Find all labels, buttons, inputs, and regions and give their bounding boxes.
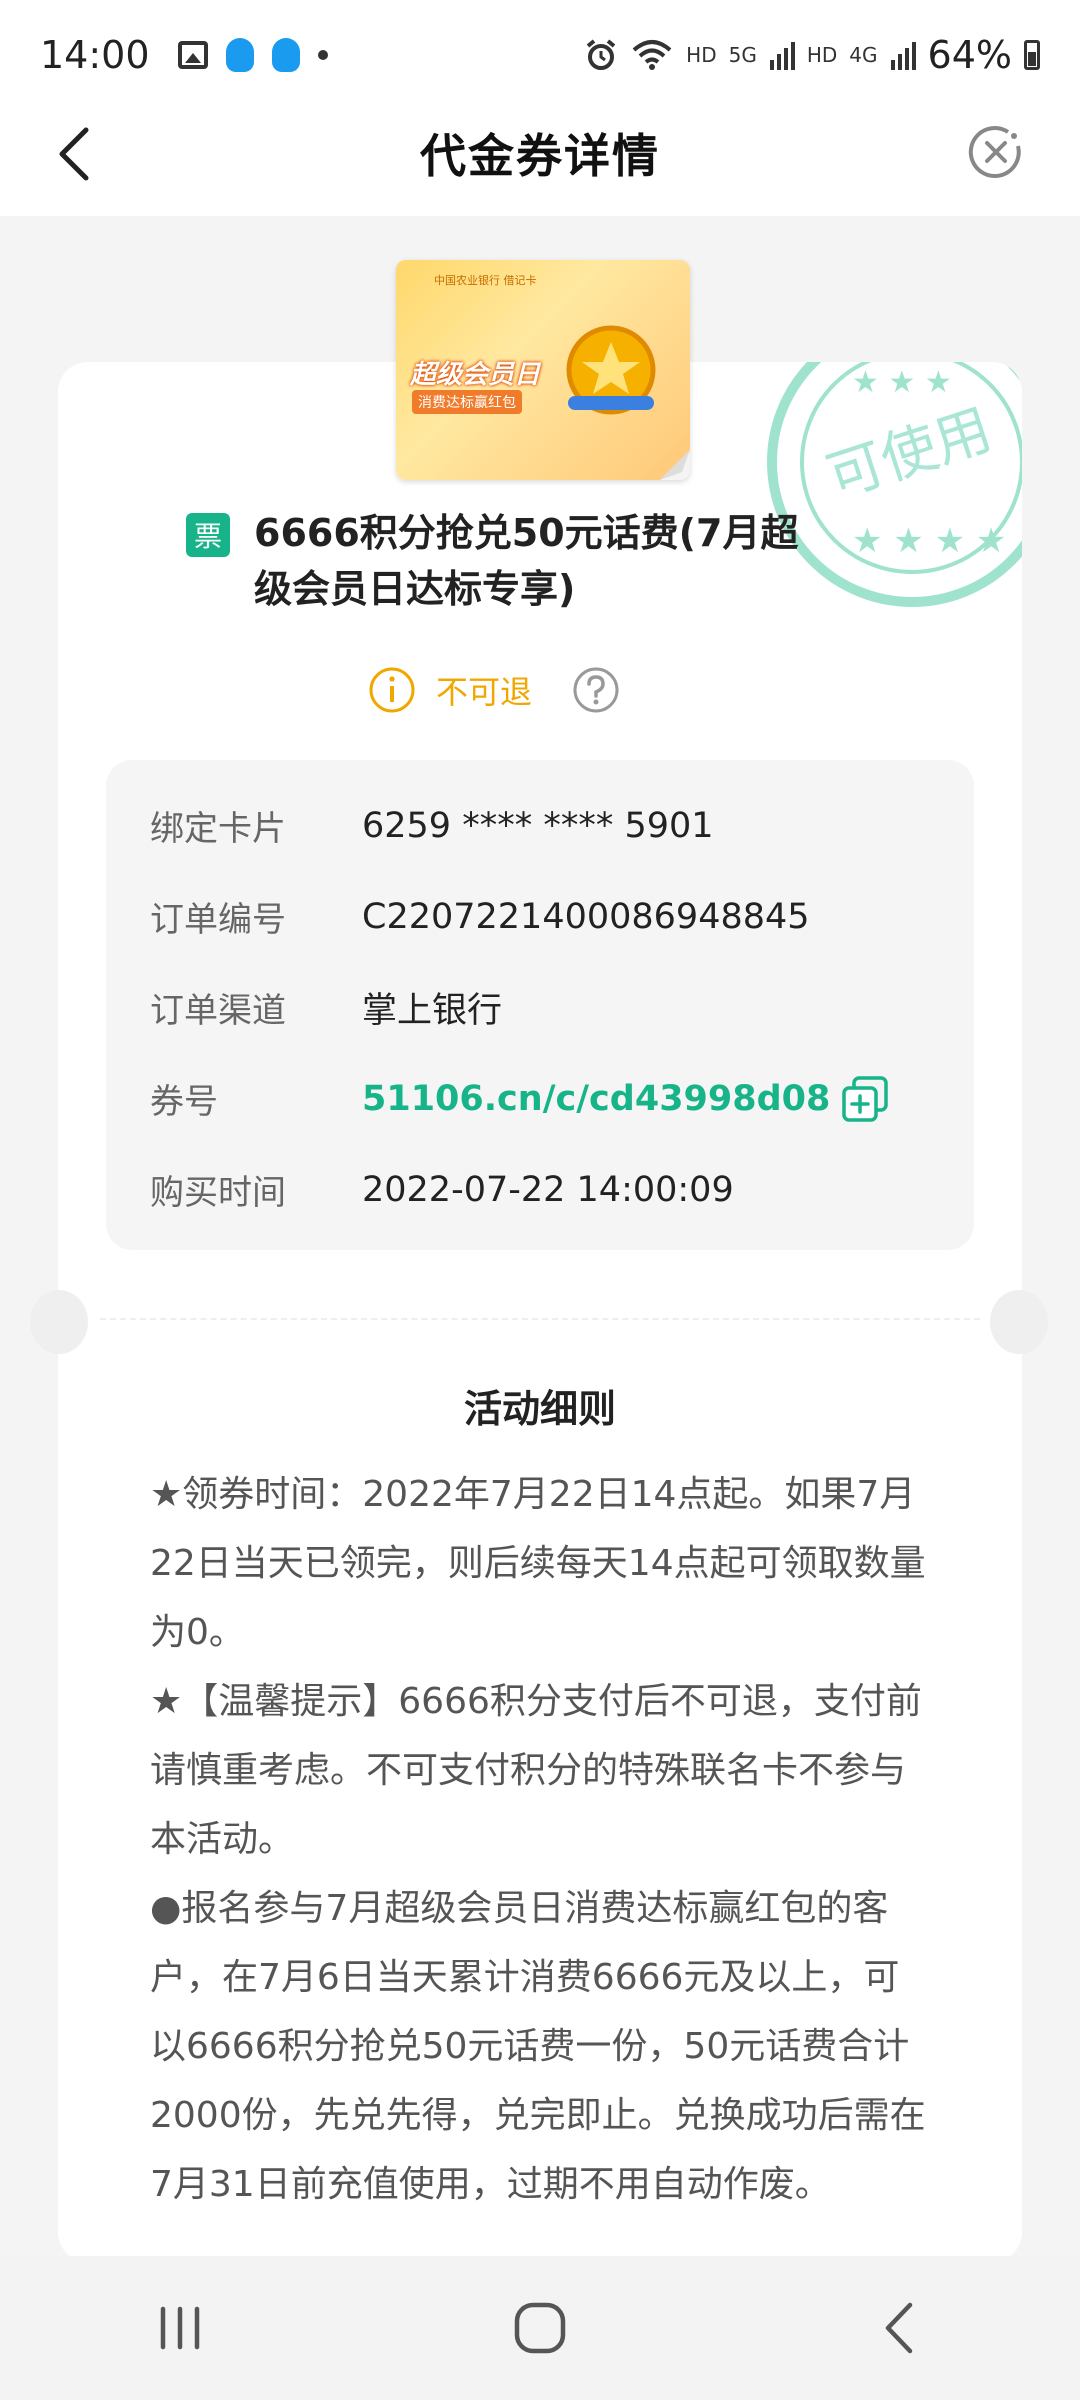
hd-label: HD bbox=[686, 43, 717, 67]
info-row-purchase-time: 购买时间 2022-07-22 14:00:09 bbox=[150, 1144, 930, 1235]
info-label-channel: 订单渠道 bbox=[150, 991, 286, 1031]
battery-percent: 64% bbox=[927, 33, 1012, 77]
gallery-notification-icon bbox=[177, 41, 208, 69]
close-circle-icon bbox=[968, 126, 1021, 179]
rules-paragraph: ★【温馨提示】6666积分支付后不可退，支付前请慎重考虑。不可支付积分的特殊联名… bbox=[150, 1681, 922, 1860]
info-icon bbox=[369, 667, 415, 713]
info-row-card: 绑定卡片 6259 **** **** 5901 bbox=[150, 780, 930, 871]
coupon-title-row: 票 6666积分抢兑50元话费(7月超级会员日达标专享) bbox=[186, 505, 836, 617]
copy-icon[interactable] bbox=[840, 1074, 890, 1124]
system-nav-bar bbox=[0, 2256, 1080, 2400]
info-label-purchase-time: 购买时间 bbox=[150, 1173, 286, 1213]
hd-label-2: HD bbox=[806, 43, 838, 67]
rules-text: ★领券时间：2022年7月22日14点起。如果7月22日当天已领完，则后续每天1… bbox=[150, 1460, 930, 2256]
status-time: 14:00 bbox=[40, 33, 150, 77]
stamp-text: 可使用 bbox=[819, 397, 998, 509]
rules-paragraph: ★领券时间：2022年7月22日14点起。如果7月22日当天已领完，则后续每天1… bbox=[150, 1474, 926, 1653]
card-notch-left bbox=[30, 1290, 88, 1354]
signal-icon bbox=[769, 42, 795, 70]
info-label-order-number: 订单编号 bbox=[150, 900, 286, 940]
info-value-card: 6259 **** **** 5901 bbox=[362, 805, 714, 846]
svg-text:★ ★ ★: ★ ★ ★ bbox=[852, 365, 952, 400]
coupon-image-headline: 超级会员日 bbox=[410, 360, 541, 390]
home-button[interactable] bbox=[480, 2268, 600, 2388]
info-row-coupon-code: 券号 51106.cn/c/cd43998d08 bbox=[150, 1053, 930, 1144]
coupon-image-brand: 中国农业银行 借记卡 bbox=[434, 274, 537, 287]
info-label-card: 绑定卡片 bbox=[150, 809, 286, 849]
info-value-purchase-time: 2022-07-22 14:00:09 bbox=[362, 1169, 734, 1210]
wifi-icon bbox=[632, 40, 672, 70]
signal-icon-2 bbox=[890, 42, 916, 70]
refund-status-row: 不可退 bbox=[368, 666, 620, 714]
system-back-button[interactable] bbox=[840, 2268, 960, 2388]
alarm-icon bbox=[586, 39, 616, 70]
recent-apps-icon bbox=[160, 2306, 200, 2350]
network-4g-label: 4G bbox=[849, 43, 878, 67]
coin-illustration-icon bbox=[566, 325, 656, 415]
rules-paragraph: ●报名参与7月超级会员日消费达标赢红包的客户，在7月6日当天累计消费6666元及… bbox=[150, 1888, 926, 2205]
qq-notification-icon-2 bbox=[271, 38, 300, 72]
info-value-channel: 掌上银行 bbox=[362, 991, 503, 1031]
qq-notification-icon bbox=[225, 38, 254, 72]
info-row-order-number: 订单编号 C2207221400086948845 bbox=[150, 871, 930, 962]
close-button[interactable] bbox=[964, 120, 1028, 184]
page-curl-icon bbox=[660, 450, 690, 480]
more-notifications-icon bbox=[317, 50, 328, 60]
battery-icon bbox=[1024, 40, 1040, 70]
chevron-left-icon bbox=[59, 127, 89, 181]
coupon-code-link[interactable]: 51106.cn/c/cd43998d08 bbox=[362, 1079, 830, 1119]
refund-status-text: 不可退 bbox=[436, 673, 533, 711]
order-info-box: 绑定卡片 6259 **** **** 5901 订单编号 C220722140… bbox=[106, 760, 974, 1250]
info-value-order-number: C2207221400086948845 bbox=[362, 896, 810, 937]
recent-apps-button[interactable] bbox=[120, 2268, 240, 2388]
title-bar: 代金券详情 bbox=[0, 90, 1080, 216]
coupon-title: 6666积分抢兑50元话费(7月超级会员日达标专享) bbox=[254, 511, 799, 611]
network-5g-label: 5G bbox=[728, 43, 757, 67]
svg-text:★ ★ ★ ★: ★ ★ ★ ★ bbox=[852, 521, 1006, 561]
back-arrow-icon bbox=[885, 2302, 913, 2354]
coupon-banner-image: 中国农业银行 借记卡 超级会员日 消费达标赢红包 bbox=[396, 260, 690, 480]
home-icon bbox=[514, 2302, 566, 2354]
ticket-badge: 票 bbox=[186, 513, 230, 557]
page-title: 代金券详情 bbox=[420, 129, 660, 183]
info-row-channel: 订单渠道 掌上银行 bbox=[150, 962, 930, 1053]
info-label-coupon-code: 券号 bbox=[150, 1082, 218, 1122]
system-status-icons: HD 5G HD 4G 64% bbox=[584, 33, 1040, 77]
dashed-divider bbox=[100, 1318, 980, 1320]
question-circle-icon[interactable] bbox=[572, 666, 620, 714]
rules-title: 活动细则 bbox=[463, 1387, 616, 1431]
back-button[interactable] bbox=[36, 116, 112, 192]
card-notch-right bbox=[990, 1290, 1048, 1354]
notification-icons bbox=[177, 38, 328, 72]
coupon-image-subtitle: 消费达标赢红包 bbox=[412, 390, 522, 414]
